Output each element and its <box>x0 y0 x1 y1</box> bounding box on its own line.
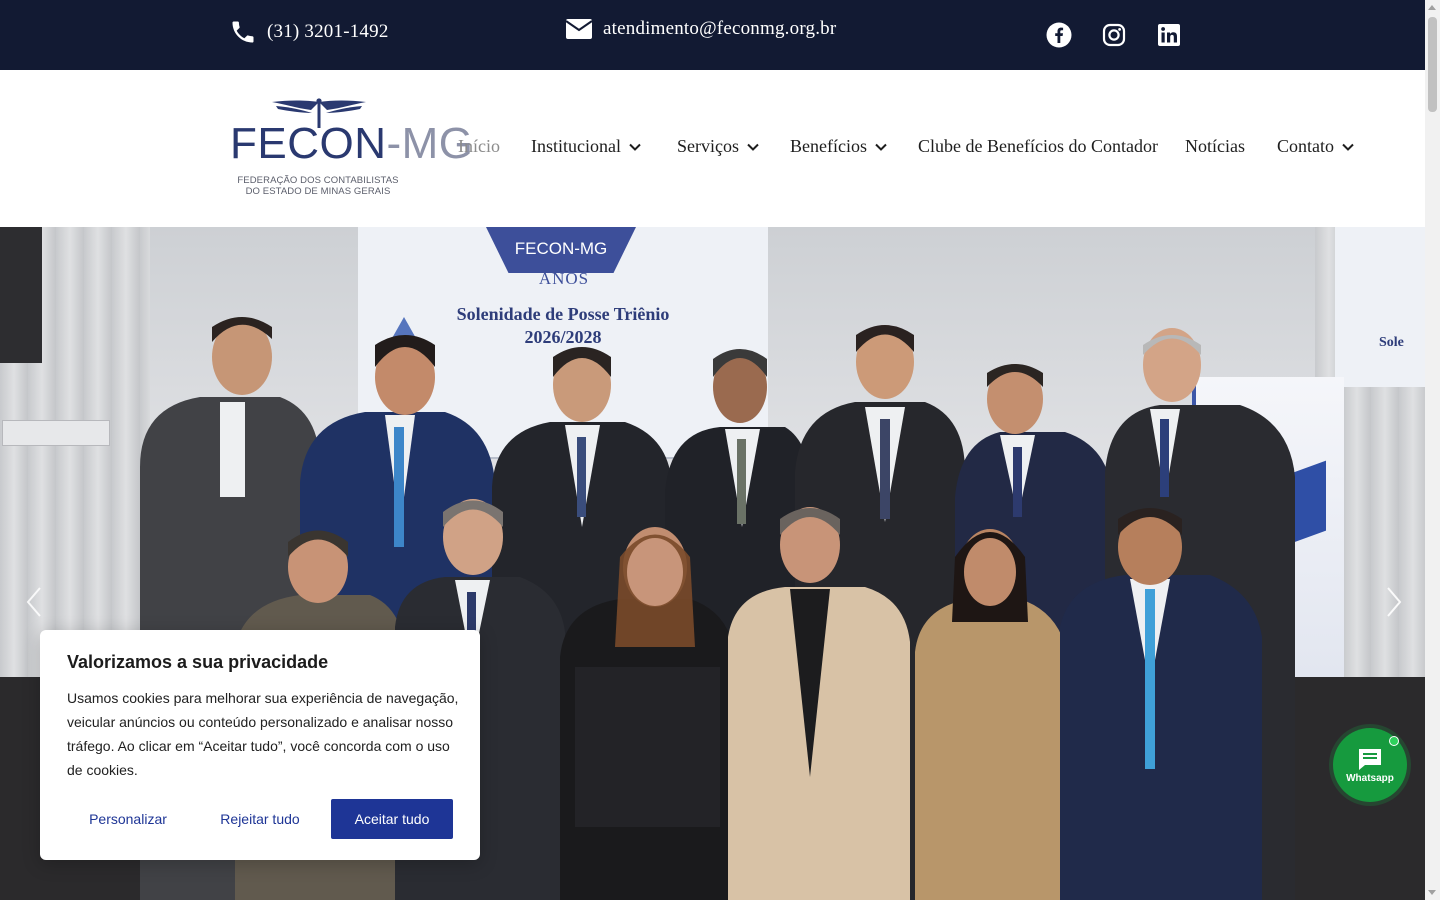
nav-label: Clube de Benefícios do Contador <box>918 136 1158 156</box>
cookie-title: Valorizamos a sua privacidade <box>67 652 329 672</box>
facebook-link[interactable] <box>1046 22 1072 48</box>
chat-icon <box>1359 748 1381 770</box>
nav-item-beneficios[interactable]: Benefícios <box>790 136 887 157</box>
page-scrollbar[interactable] <box>1425 0 1440 900</box>
scrollbar-thumb[interactable] <box>1428 17 1437 112</box>
chevron-down-icon <box>747 143 759 151</box>
slider-prev-button[interactable] <box>20 585 50 619</box>
logo-subtitle-line2: DO ESTADO DE MINAS GERAIS <box>245 186 391 197</box>
whatsapp-button[interactable]: Whatsapp <box>1333 728 1407 802</box>
whatsapp-label: Whatsapp <box>1346 772 1394 784</box>
nav-label: Serviços <box>677 136 739 156</box>
nav-label: Notícias <box>1185 136 1245 156</box>
logo-subtitle-line1: FEDERAÇÃO DOS CONTABILISTAS <box>237 175 399 186</box>
nav-item-contato[interactable]: Contato <box>1277 136 1354 157</box>
nav-label: Contato <box>1277 136 1334 156</box>
top-contact-bar: (31) 3201-1492 atendimento@feconmg.org.b… <box>0 0 1425 70</box>
logo-wordmark: FECON-MG <box>230 122 474 166</box>
logo-word-main: FECON <box>230 119 387 168</box>
linkedin-link[interactable] <box>1156 22 1182 48</box>
slider-next-button[interactable] <box>1380 585 1410 619</box>
email-address: atendimento@feconmg.org.br <box>603 18 837 39</box>
online-indicator <box>1389 736 1399 746</box>
nav-item-servicos[interactable]: Serviços <box>677 136 759 157</box>
nav-item-noticias[interactable]: Notícias <box>1185 136 1245 157</box>
cookie-consent-banner: Valorizamos a sua privacidade Usamos coo… <box>40 630 480 860</box>
nav-label: Institucional <box>531 136 621 156</box>
chevron-left-icon <box>26 587 41 617</box>
reject-all-button[interactable]: Rejeitar tudo <box>199 799 321 839</box>
chevron-down-icon <box>629 143 641 151</box>
site-header: FECON-MG FEDERAÇÃO DOS CONTABILISTAS DO … <box>0 70 1425 227</box>
chevron-right-icon <box>1387 587 1402 617</box>
envelope-icon <box>565 19 593 39</box>
phone-icon <box>232 21 254 43</box>
scroll-down-arrow[interactable] <box>1428 890 1436 895</box>
scroll-up-arrow[interactable] <box>1428 5 1436 10</box>
accept-all-button[interactable]: Aceitar tudo <box>331 799 453 839</box>
linkedin-icon <box>1158 24 1180 46</box>
logo-subtitle: FEDERAÇÃO DOS CONTABILISTAS DO ESTADO DE… <box>228 175 408 197</box>
phone-number: (31) 3201-1492 <box>267 21 389 42</box>
email-contact[interactable]: atendimento@feconmg.org.br <box>565 18 836 40</box>
facebook-icon <box>1046 22 1072 48</box>
customize-button[interactable]: Personalizar <box>67 799 189 839</box>
nav-item-clube-beneficios[interactable]: Clube de Benefícios do Contador <box>918 136 1158 157</box>
nav-label: Benefícios <box>790 136 867 156</box>
instagram-link[interactable] <box>1101 22 1127 48</box>
phone-contact[interactable]: (31) 3201-1492 <box>229 18 389 46</box>
chevron-down-icon <box>1342 143 1354 151</box>
nav-item-inicio[interactable]: Início <box>458 136 500 157</box>
cookie-text: Usamos cookies para melhorar sua experiê… <box>67 690 459 778</box>
chevron-down-icon <box>875 143 887 151</box>
logo-word-dash: - <box>386 119 402 168</box>
instagram-icon <box>1102 23 1126 47</box>
fecon-mg-logo[interactable]: FECON-MG FEDERAÇÃO DOS CONTABILISTAS DO … <box>228 98 473 202</box>
nav-label: Início <box>458 136 500 156</box>
nav-item-institucional[interactable]: Institucional <box>531 136 641 157</box>
